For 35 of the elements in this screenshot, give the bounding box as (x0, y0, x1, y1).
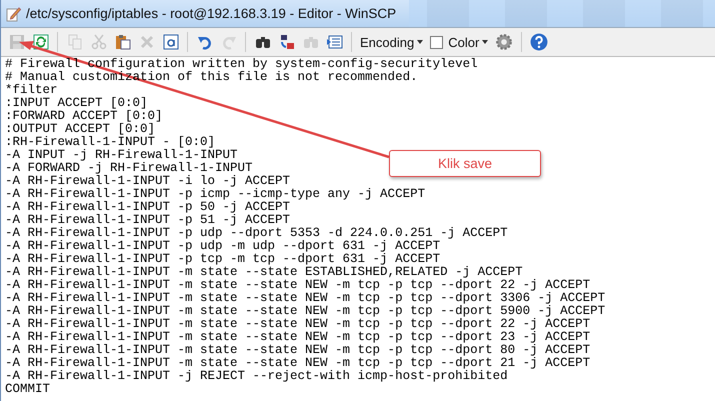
settings-icon[interactable] (495, 33, 514, 51)
code-line: -A FORWARD -j RH-Firewall-1-INPUT (5, 162, 253, 175)
caret-icon (417, 40, 424, 44)
code-line: -A RH-Firewall-1-INPUT -j REJECT --reject-with icmp-host-prohibited (5, 370, 508, 383)
code-line: -A RH-Firewall-1-INPUT -m state --state NEW -m tcp -p tcp --dport 80 -j ACCEPT (5, 344, 590, 357)
window-title: /etc/sysconfig/iptables - root@192.168.3.19 - Editor - WinSCP (26, 6, 396, 21)
code-line: -A RH-Firewall-1-INPUT -p udp --dport 5353 -d 224.0.0.251 -j ACCEPT (5, 227, 508, 240)
code-line: -A RH-Firewall-1-INPUT -p 50 -j ACCEPT (5, 201, 290, 214)
code-line: -A RH-Firewall-1-INPUT -m state --state NEW -m tcp -p tcp --dport 5900 -j ACCEPT (5, 305, 606, 318)
code-line: :RH-Firewall-1-INPUT - [0:0] (5, 136, 216, 149)
encoding-dropdown[interactable]: Encoding (358, 34, 426, 50)
code-line: -A RH-Firewall-1-INPUT -p tcp -m tcp --dport 631 -j ACCEPT (5, 253, 440, 266)
code-line: -A RH-Firewall-1-INPUT -i lo -j ACCEPT (5, 175, 290, 188)
color-checkbox[interactable] (430, 36, 444, 48)
callout-label: Klik save (389, 150, 541, 177)
code-line: -A RH-Firewall-1-INPUT -m state --state NEW -m tcp -p tcp --dport 22 -j ACCEPT (5, 279, 590, 292)
caret-icon (482, 40, 488, 44)
edit-icon (5, 6, 21, 22)
code-line: *filter (5, 84, 58, 97)
code-line: -A RH-Firewall-1-INPUT -p udp -m udp --dport 631 -j ACCEPT (5, 240, 440, 253)
code-line: -A RH-Firewall-1-INPUT -p icmp --icmp-type any -j ACCEPT (5, 188, 426, 201)
code-line: -A RH-Firewall-1-INPUT -m state --state ESTABLISHED,RELATED -j ACCEPT (5, 266, 523, 279)
code-line: # Firewall configuration written by system-config-securitylevel (5, 58, 478, 71)
code-line: -A RH-Firewall-1-INPUT -m state --state NEW -m tcp -p tcp --dport 23 -j ACCEPT (5, 331, 590, 344)
code-line: -A RH-Firewall-1-INPUT -m state --state NEW -m tcp -p tcp --dport 3306 -j ACCEPT (5, 292, 606, 305)
code-line: COMMIT (5, 383, 50, 396)
code-line: -A RH-Firewall-1-INPUT -m state --state NEW -m tcp -p tcp --dport 21 -j ACCEPT (5, 357, 590, 370)
code-line: :OUTPUT ACCEPT [0:0] (5, 123, 156, 136)
help-icon[interactable] (530, 33, 548, 51)
code-line: -A RH-Firewall-1-INPUT -p 51 -j ACCEPT (5, 214, 290, 227)
code-line: :FORWARD ACCEPT [0:0] (5, 110, 163, 123)
code-line: :INPUT ACCEPT [0:0] (5, 97, 148, 110)
code-line: -A INPUT -j RH-Firewall-1-INPUT (5, 149, 238, 162)
code-line: -A RH-Firewall-1-INPUT -m state --state NEW -m tcp -p tcp --dport 22 -j ACCEPT (5, 318, 590, 331)
color-dropdown[interactable]: Color (446, 34, 490, 50)
